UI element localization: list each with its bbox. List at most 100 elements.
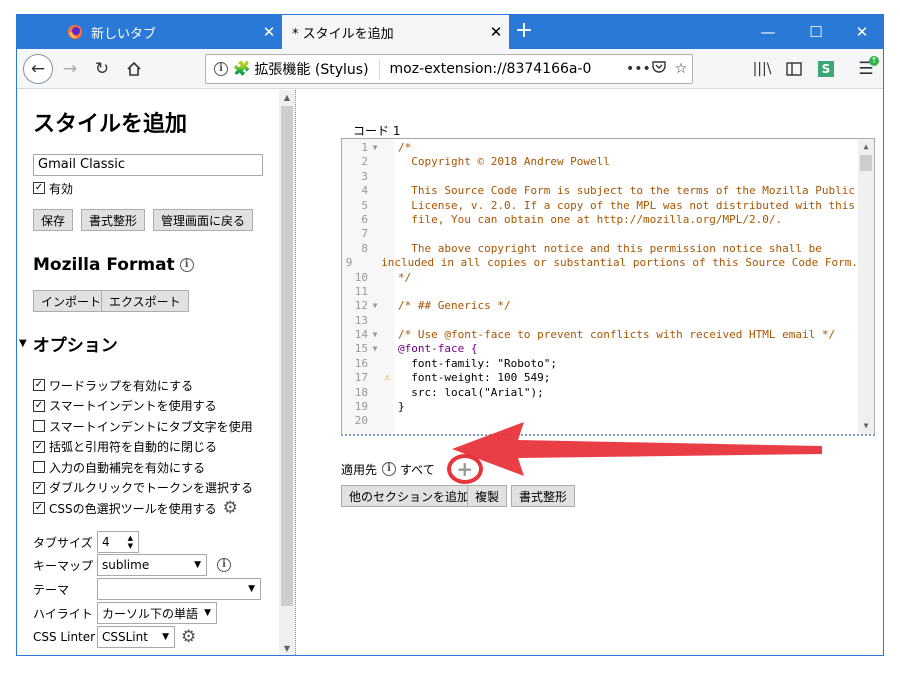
theme-select[interactable]: ▼ xyxy=(97,578,261,600)
bookmark-star-icon[interactable]: ☆ xyxy=(670,61,692,77)
fold-arrow-icon[interactable]: ▼ xyxy=(370,328,380,342)
line-number: 1 xyxy=(361,141,368,154)
option-checkbox[interactable]: ✓ xyxy=(33,379,45,392)
info-icon[interactable]: i xyxy=(382,462,397,476)
enabled-checkbox-row[interactable]: ✓ 有効 xyxy=(33,178,73,198)
keymap-row: キーマップ sublime ▼ i xyxy=(33,554,231,576)
minimize-icon[interactable]: — xyxy=(745,15,791,49)
line-number: 7 xyxy=(361,227,368,241)
option-color-picker[interactable]: ✓ CSSの色選択ツールを使用する ⚙ xyxy=(33,498,273,519)
option-smart-indent[interactable]: ✓ スマートインデントを使用する xyxy=(33,396,273,417)
enabled-checkbox[interactable]: ✓ xyxy=(33,182,45,194)
option-checkbox[interactable]: ✓ xyxy=(33,440,45,453)
option-select-token-dblclick[interactable]: ✓ ダブルクリックでトークンを選択する xyxy=(33,478,273,499)
line-number: 3 xyxy=(361,169,368,183)
scroll-up-icon[interactable]: ▲ xyxy=(858,139,874,155)
line-number: 12 xyxy=(354,299,368,313)
tab-add-style[interactable]: * スタイルを追加 ✕ xyxy=(282,15,509,49)
forward-button[interactable]: → xyxy=(55,54,85,84)
library-icon: |||\ xyxy=(752,61,772,77)
linter-value: CSSLint xyxy=(102,630,148,644)
linter-select[interactable]: CSSLint ▼ xyxy=(97,626,175,648)
option-checkbox[interactable]: ✓ xyxy=(33,481,45,494)
enabled-label: 有効 xyxy=(49,181,74,196)
save-button[interactable]: 保存 xyxy=(33,209,74,231)
library-button[interactable]: |||\ xyxy=(747,54,777,84)
menu-button[interactable]: ☰ ↑ xyxy=(851,54,881,84)
fold-arrow-icon[interactable]: ▼ xyxy=(370,141,380,155)
editor-scrollbar[interactable]: ▲ ▼ xyxy=(858,139,874,434)
panel-divider[interactable] xyxy=(295,90,296,655)
spin-arrows-icon[interactable]: ▲ ▼ xyxy=(128,534,133,550)
close-tab-icon[interactable]: ✕ xyxy=(483,23,509,41)
beautify-section-button[interactable]: 書式整形 xyxy=(511,485,576,507)
line-number: 4 xyxy=(361,184,368,198)
site-identity[interactable]: i 🧩 拡張機能 (Stylus) xyxy=(206,59,380,79)
maximize-icon[interactable]: ☐ xyxy=(793,15,839,49)
code-text: file, You can obtain one at http://mozil… xyxy=(398,212,783,226)
url-bar[interactable]: i 🧩 拡張機能 (Stylus) moz-extension://837416… xyxy=(205,54,693,84)
options-heading[interactable]: ▼ オプション xyxy=(19,331,118,356)
tab-new-tab[interactable]: 新しいタブ ✕ xyxy=(57,15,282,49)
pocket-icon[interactable] xyxy=(648,60,670,78)
import-button[interactable]: インポート xyxy=(33,290,110,312)
fold-arrow-icon[interactable]: ▼ xyxy=(370,299,380,313)
line-number: 9 xyxy=(345,256,353,270)
code-line: 4 This Source Code Form is subject to th… xyxy=(342,184,858,198)
highlight-row: ハイライト カーソル下の単語 ▼ xyxy=(33,602,217,624)
tab-strip: 新しいタブ ✕ * スタイルを追加 ✕ + — ☐ ✕ xyxy=(17,15,883,49)
back-button[interactable]: ← xyxy=(23,54,53,84)
reload-icon: ↻ xyxy=(94,59,110,79)
scrollbar-thumb[interactable] xyxy=(281,106,293,606)
gear-icon[interactable]: ⚙ xyxy=(223,498,238,518)
option-word-wrap[interactable]: ✓ ワードラップを有効にする xyxy=(33,375,273,396)
home-button[interactable] xyxy=(119,54,149,84)
code-text: */ xyxy=(398,270,412,284)
scroll-up-icon[interactable]: ▲ xyxy=(279,90,295,106)
scroll-down-icon[interactable]: ▼ xyxy=(279,641,295,655)
fold-arrow-icon[interactable]: ▼ xyxy=(370,342,380,356)
warning-icon[interactable]: ⚠ xyxy=(380,371,394,385)
theme-row: テーマ ▼ xyxy=(33,578,261,600)
editor-main: コード 1 1 ▼/* 2 Copyright © 2018 Andrew Pow… xyxy=(299,90,883,655)
option-checkbox[interactable] xyxy=(33,461,45,474)
info-icon[interactable]: i xyxy=(179,258,194,272)
page-actions-icon[interactable]: ••• xyxy=(626,61,651,77)
line-number: 10 xyxy=(354,270,368,284)
keymap-select[interactable]: sublime ▼ xyxy=(97,554,207,576)
new-tab-button[interactable]: + xyxy=(511,19,537,45)
style-name-input[interactable]: Gmail Classic xyxy=(33,154,263,176)
url-text[interactable]: moz-extension://8374166a-0 xyxy=(380,61,626,77)
code-text: The above copyright notice and this perm… xyxy=(398,241,822,255)
firefox-icon xyxy=(68,25,82,39)
highlight-select[interactable]: カーソル下の単語 ▼ xyxy=(97,602,217,624)
option-checkbox[interactable] xyxy=(33,420,45,433)
close-tab-icon[interactable]: ✕ xyxy=(256,23,282,41)
option-autocomplete[interactable]: 入力の自動補完を有効にする xyxy=(33,457,273,478)
tab-size-stepper[interactable]: 4 ▲ ▼ xyxy=(97,531,139,553)
option-indent-with-tabs[interactable]: スマートインデントにタブ文字を使用 xyxy=(33,416,273,437)
gear-icon[interactable]: ⚙ xyxy=(181,627,196,647)
option-checkbox[interactable]: ✓ xyxy=(33,399,45,412)
info-icon[interactable]: i xyxy=(217,558,231,572)
beautify-button[interactable]: 書式整形 xyxy=(81,209,146,231)
option-checkbox[interactable]: ✓ xyxy=(33,502,45,515)
sidebar-scrollbar[interactable]: ▲ ▼ xyxy=(279,90,295,655)
clone-button[interactable]: 複製 xyxy=(467,485,508,507)
close-window-icon[interactable]: ✕ xyxy=(839,15,883,49)
export-button[interactable]: エクスポート xyxy=(101,290,189,312)
add-section-button[interactable]: 他のセクションを追加 xyxy=(341,485,478,507)
page-title: スタイルを追加 xyxy=(33,112,188,137)
reload-button[interactable]: ↻ xyxy=(87,54,117,84)
code-lines: 1 ▼/* 2 Copyright © 2018 Andrew Powell 3 … xyxy=(342,141,858,429)
option-auto-close-brackets[interactable]: ✓ 括弧と引用符を自動的に閉じる xyxy=(33,437,273,458)
stylus-button[interactable]: S xyxy=(811,54,841,84)
code-editor[interactable]: 1 ▼/* 2 Copyright © 2018 Andrew Powell 3 … xyxy=(341,138,875,436)
scrollbar-thumb[interactable] xyxy=(860,155,872,171)
tab-title: 新しいタブ xyxy=(91,26,157,42)
scroll-down-icon[interactable]: ▼ xyxy=(858,418,874,434)
sidebar-button[interactable] xyxy=(779,54,809,84)
back-to-manager-button[interactable]: 管理画面に戻る xyxy=(153,209,254,231)
